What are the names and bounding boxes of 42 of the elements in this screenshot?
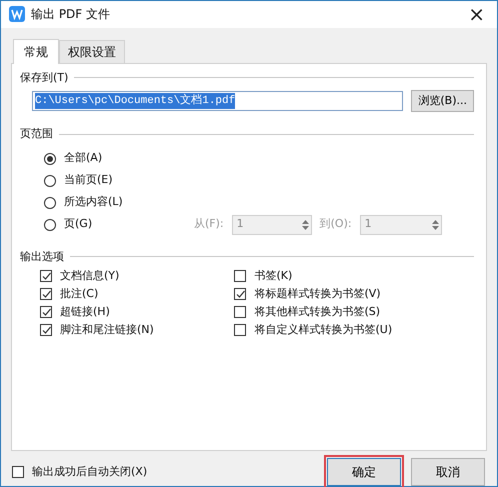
checkbox-label: 将自定义样式转换为书签(U) <box>254 322 392 338</box>
radio-button[interactable] <box>44 218 56 231</box>
checkbox-label: 将其他样式转换为书签(S) <box>254 304 380 320</box>
checkbox[interactable] <box>40 324 52 336</box>
tab[interactable]: 常规 <box>13 38 59 64</box>
window-title: 输出 PDF 文件 <box>31 6 112 24</box>
cancel-button[interactable]: 取消 <box>411 458 485 486</box>
checkbox-label: 超链接(H) <box>60 304 110 320</box>
checkbox[interactable] <box>234 324 246 336</box>
tab[interactable]: 权限设置 <box>59 40 125 63</box>
section-label: 输出选项 <box>20 248 64 265</box>
checkbox[interactable] <box>12 466 24 478</box>
browse-button[interactable]: 浏览(B)... <box>411 90 474 112</box>
section-label: 页范围 <box>20 126 53 142</box>
radio-label: 所选内容(L) <box>64 194 124 210</box>
radio-label: 页(G) <box>64 216 94 232</box>
radio-label: 当前页(E) <box>64 172 114 188</box>
spinner-arrows-icon <box>432 218 439 231</box>
ok-button[interactable]: 确定 <box>327 458 401 486</box>
checkbox[interactable] <box>234 288 246 300</box>
checkbox[interactable] <box>40 288 52 300</box>
close-button[interactable]: × <box>464 4 489 24</box>
checkbox-label: 输出成功后自动关闭(X) <box>32 464 148 480</box>
radio-button[interactable] <box>44 174 56 187</box>
spin-label: 从(F): <box>194 216 224 232</box>
checkbox-label: 脚注和尾注链接(N) <box>60 322 154 338</box>
app-logo-icon <box>9 6 25 22</box>
checkbox-label: 书签(K) <box>254 268 292 284</box>
checkbox-label: 将标题样式转换为书签(V) <box>254 286 381 302</box>
radio-button[interactable] <box>44 152 56 165</box>
checkbox-label: 批注(C) <box>60 286 98 302</box>
section-label: 保存到(T) <box>20 70 68 86</box>
checkbox[interactable] <box>234 306 246 318</box>
radio-label: 全部(A) <box>64 150 104 166</box>
spin-label: 到(O): <box>320 216 352 232</box>
path-field[interactable]: C:\Users\pc\Documents\文档1.pdf <box>32 91 404 112</box>
radio-button[interactable] <box>44 196 56 209</box>
checkbox[interactable] <box>40 306 52 318</box>
checkbox-label: 文档信息(Y) <box>60 268 120 284</box>
checkbox[interactable] <box>40 270 52 282</box>
checkbox[interactable] <box>234 270 246 282</box>
spinner-arrows-icon <box>302 218 309 231</box>
